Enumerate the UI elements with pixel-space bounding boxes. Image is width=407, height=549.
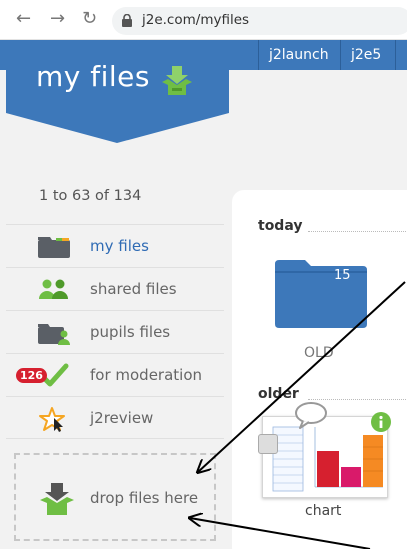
sidebar-menu: my files shared files pupils files 126 f… (6, 224, 224, 439)
download-box-icon (162, 66, 192, 95)
info-icon[interactable] (370, 411, 392, 433)
sidebar-item-for-moderation[interactable]: 126 for moderation (6, 353, 224, 396)
moderation-count-badge: 126 (16, 368, 47, 383)
sidebar-item-label: for moderation (90, 366, 203, 384)
lock-icon (122, 14, 132, 27)
file-name: chart (305, 503, 342, 519)
tab-more[interactable] (395, 40, 407, 70)
folder-icon (38, 237, 70, 258)
browser-toolbar: ← → ↻ j2e.com/myfiles (0, 0, 407, 40)
sidebar-item-j2review[interactable]: j2review (6, 396, 224, 439)
file-count: 1 to 63 of 134 (39, 188, 142, 204)
file-select-checkbox[interactable] (258, 434, 278, 454)
section-divider (308, 231, 407, 232)
back-arrow-icon[interactable]: ← (16, 9, 31, 29)
sidebar-item-label: pupils files (90, 323, 171, 341)
download-box-icon (40, 483, 74, 515)
reload-icon[interactable]: ↻ (82, 9, 97, 29)
section-divider (308, 399, 407, 400)
sidebar-item-shared-files[interactable]: shared files (6, 267, 224, 310)
sidebar-item-label: my files (90, 237, 149, 255)
section-title-today: today (258, 218, 303, 234)
url-text: j2e.com/myfiles (142, 12, 250, 28)
forward-arrow-icon[interactable]: → (50, 9, 65, 29)
dropzone-label: drop files here (90, 489, 199, 507)
sidebar-item-label: shared files (90, 280, 177, 298)
folder-file-count: 15 (334, 268, 351, 283)
pupils-folder-icon (38, 324, 70, 345)
tab-j2e5[interactable]: j2e5 (340, 40, 391, 70)
folder-item-old[interactable] (273, 258, 369, 330)
section-title-older: older (258, 386, 299, 402)
sidebar-item-pupils-files[interactable]: pupils files (6, 310, 224, 353)
address-bar[interactable]: j2e.com/myfiles (112, 7, 407, 35)
drop-files-zone[interactable]: drop files here (14, 453, 216, 541)
page-title: my files (36, 60, 150, 93)
people-icon (39, 279, 68, 299)
folder-name: OLD (304, 345, 334, 361)
banner-pointer (6, 113, 229, 143)
tab-j2launch[interactable]: j2launch (258, 40, 339, 70)
sidebar-item-label: j2review (90, 409, 154, 427)
sidebar-item-my-files[interactable]: my files (6, 224, 224, 267)
star-cursor-icon (39, 407, 65, 432)
comment-bubble-icon[interactable] (294, 401, 328, 429)
